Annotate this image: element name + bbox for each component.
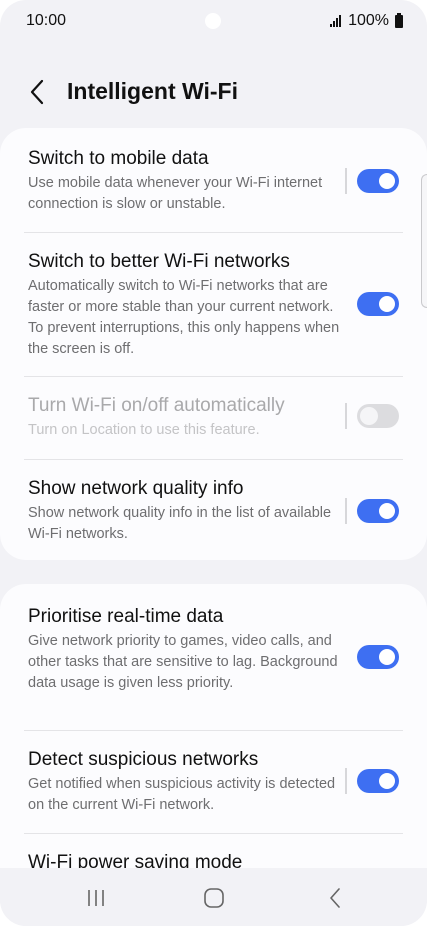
chevron-left-icon bbox=[30, 79, 44, 105]
setting-detect-suspicious-networks[interactable]: Detect suspicious networks Get notified … bbox=[0, 731, 427, 833]
battery-icon bbox=[395, 12, 403, 28]
setting-wifi-power-saving-mode[interactable]: Wi-Fi power saving mode bbox=[0, 834, 427, 870]
setting-title: Turn Wi-Fi on/off automatically bbox=[28, 395, 285, 416]
setting-description: Get notified when suspicious activity is… bbox=[28, 776, 336, 813]
setting-title: Prioritise real-time data bbox=[28, 606, 224, 627]
home-icon bbox=[204, 888, 224, 908]
setting-description: Give network priority to games, video ca… bbox=[28, 633, 338, 691]
setting-title: Switch to better Wi-Fi networks bbox=[28, 251, 290, 272]
setting-show-network-quality-info[interactable]: Show network quality info Show network q… bbox=[0, 460, 427, 560]
vertical-divider bbox=[345, 768, 347, 794]
status-bar: 10:00 100% bbox=[0, 0, 427, 44]
setting-description: Show network quality info in the list of… bbox=[28, 505, 332, 542]
vertical-divider bbox=[345, 403, 347, 429]
status-indicators: 100% bbox=[330, 12, 403, 30]
home-button[interactable] bbox=[194, 884, 234, 912]
setting-title: Show network quality info bbox=[28, 478, 244, 499]
setting-switch-to-mobile-data[interactable]: Switch to mobile data Use mobile data wh… bbox=[0, 128, 427, 232]
phone-screen: 10:00 100% Intelligent Wi-Fi Switch to m… bbox=[0, 0, 427, 926]
setting-description: Turn on Location to use this feature. bbox=[28, 422, 260, 438]
recent-apps-button[interactable] bbox=[76, 884, 116, 912]
settings-card-primary: Switch to mobile data Use mobile data wh… bbox=[0, 128, 427, 560]
recent-apps-icon bbox=[88, 890, 104, 906]
signal-icon bbox=[330, 15, 342, 27]
vertical-divider bbox=[345, 168, 347, 194]
back-icon bbox=[330, 888, 340, 908]
vertical-divider bbox=[345, 498, 347, 524]
better-wifi-toggle[interactable] bbox=[357, 292, 399, 316]
mobile-data-toggle[interactable] bbox=[357, 169, 399, 193]
navigation-bar bbox=[0, 868, 427, 926]
setting-title: Detect suspicious networks bbox=[28, 749, 259, 770]
page-title: Intelligent Wi-Fi bbox=[67, 78, 238, 104]
battery-level: 100% bbox=[348, 12, 389, 29]
real-time-data-toggle[interactable] bbox=[357, 645, 399, 669]
network-quality-toggle[interactable] bbox=[357, 499, 399, 523]
front-camera bbox=[205, 13, 221, 29]
setting-title: Switch to mobile data bbox=[28, 148, 209, 169]
setting-prioritise-real-time-data[interactable]: Prioritise real-time data Give network p… bbox=[0, 584, 427, 730]
app-header: Intelligent Wi-Fi bbox=[0, 70, 427, 114]
setting-description: Use mobile data whenever your Wi-Fi inte… bbox=[28, 175, 323, 212]
nav-back-button[interactable] bbox=[315, 884, 355, 912]
scrollbar-handle[interactable] bbox=[421, 174, 427, 308]
status-time: 10:00 bbox=[26, 12, 67, 29]
setting-description: Automatically switch to Wi-Fi networks t… bbox=[28, 278, 340, 357]
setting-turn-wifi-on-off-automatically[interactable]: Turn Wi-Fi on/off automatically Turn on … bbox=[0, 377, 427, 459]
setting-switch-to-better-wifi[interactable]: Switch to better Wi-Fi networks Automati… bbox=[0, 233, 427, 376]
auto-wifi-toggle[interactable] bbox=[357, 404, 399, 428]
back-button[interactable] bbox=[22, 76, 52, 108]
settings-card-advanced: Prioritise real-time data Give network p… bbox=[0, 584, 427, 870]
suspicious-networks-toggle[interactable] bbox=[357, 769, 399, 793]
